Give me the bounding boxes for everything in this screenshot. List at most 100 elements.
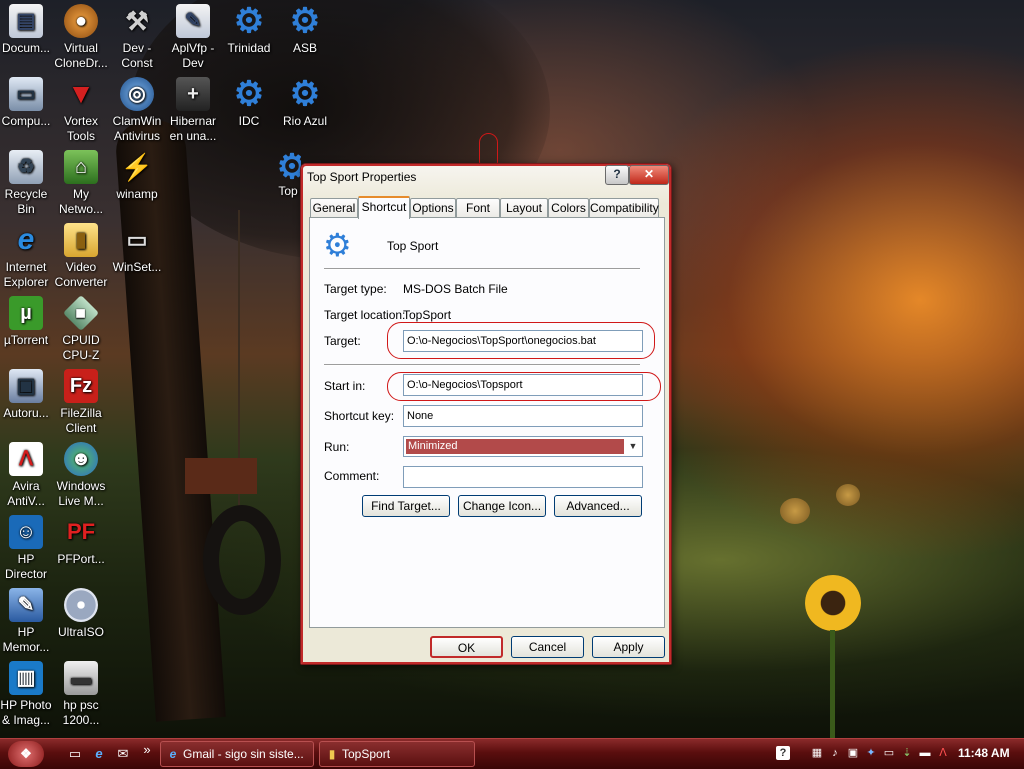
desktop-icon-asb[interactable]: ⚙ ASB xyxy=(275,4,335,56)
desktop-icon-vortex-tools[interactable]: ▼ Vortex Tools xyxy=(51,77,111,144)
folder-icon: ▮ xyxy=(328,747,336,761)
desktop-icon-clamwin[interactable]: ◎ ClamWin Antivirus xyxy=(107,77,167,144)
annotation-ring xyxy=(387,372,661,401)
desktop-icon-virtual-clonedrive[interactable]: ● Virtual CloneDr... xyxy=(51,4,111,71)
desktop-icon-aplvfp-dev[interactable]: ✎ AplVfp - Dev xyxy=(163,4,223,71)
tab-layout[interactable]: Layout xyxy=(500,198,548,217)
gear-icon: ⚙ xyxy=(323,227,352,263)
desktop-icon-avira[interactable]: ᐱ Avira AntiV... xyxy=(0,442,56,509)
tab-shortcut[interactable]: Shortcut xyxy=(358,196,410,219)
desktop-icon-idc[interactable]: ⚙ IDC xyxy=(219,77,279,129)
system-tray: ? ▦ ♪ ▣ ✦ ▭ ⇣ ▬ ᐱ 11:48 AM xyxy=(770,742,1020,766)
desktop-icon-documents[interactable]: ▤ Docum... xyxy=(0,4,56,56)
target-location-value: TopSport xyxy=(403,308,452,322)
clock[interactable]: 11:48 AM xyxy=(958,746,1010,760)
bluetooth-icon[interactable]: ✦ xyxy=(864,746,878,760)
desktop-icon-top-sport[interactable]: ⚙ Top xyxy=(275,150,301,199)
desktop-icon-ultraiso[interactable]: UltraISO xyxy=(51,588,111,640)
desktop-icon-hibernar[interactable]: + Hibernar en una... xyxy=(163,77,223,144)
comment-label: Comment: xyxy=(324,469,380,483)
printer-tray-icon[interactable]: ▬ xyxy=(918,746,932,760)
taskbar-item-topsport[interactable]: ▮ TopSport xyxy=(319,741,475,767)
ie-icon: e xyxy=(169,747,177,761)
desktop-icon-windows-live-messenger[interactable]: ☻ Windows Live M... xyxy=(51,442,111,509)
printer-icon: ▬ xyxy=(64,661,98,695)
shortcut-key-label: Shortcut key: xyxy=(324,409,395,423)
find-target-button[interactable]: Find Target... xyxy=(362,495,450,517)
ok-button[interactable]: OK xyxy=(430,636,503,658)
taskbar-item-gmail[interactable]: e Gmail - sigo sin siste... xyxy=(160,741,314,767)
desktop-icon-trinidad[interactable]: ⚙ Trinidad xyxy=(219,4,279,56)
advanced-button[interactable]: Advanced... xyxy=(554,495,642,517)
taskbar-item-label: TopSport xyxy=(342,747,391,761)
desktop-icon-winamp[interactable]: ⚡ winamp xyxy=(107,150,167,202)
vortex-icon: ▼ xyxy=(67,78,95,109)
hp-photo-icon: ▥ xyxy=(9,661,43,695)
desktop-icon-computer[interactable]: ▭ Compu... xyxy=(0,77,56,129)
desktop-icon-hp-photo[interactable]: ▥ HP Photo & Imag... xyxy=(0,661,56,728)
help-button[interactable]: ? xyxy=(605,165,629,185)
shortcut-panel: ⚙ Top Sport Target type: MS-DOS Batch Fi… xyxy=(309,217,665,628)
monitor-icon[interactable]: ▭ xyxy=(882,746,896,760)
network-status-icon[interactable]: ▣ xyxy=(846,746,860,760)
change-icon-button[interactable]: Change Icon... xyxy=(458,495,546,517)
avira-icon: ᐱ xyxy=(9,442,43,476)
tab-colors[interactable]: Colors xyxy=(548,198,589,217)
dialog-titlebar[interactable]: Top Sport Properties ? ✕ xyxy=(301,164,671,188)
desktop-icon-utorrent[interactable]: µ µTorrent xyxy=(0,296,56,348)
windows-logo-icon: ❖ xyxy=(20,746,32,761)
ie-icon[interactable]: e xyxy=(90,746,108,762)
gear-icon: ⚙ xyxy=(289,75,321,113)
mail-icon[interactable]: ✉ xyxy=(114,746,132,762)
wallpaper-hay-bale xyxy=(780,498,810,524)
desktop-icon-cpuid[interactable]: ◆ CPUID CPU-Z xyxy=(51,294,111,363)
desktop-icon-video-converter[interactable]: ▮ Video Converter xyxy=(51,223,111,290)
network-icon: ⌂ xyxy=(64,150,98,184)
target-type-value: MS-DOS Batch File xyxy=(403,282,508,296)
desktop-icon-autorun[interactable]: ▣ Autoru... xyxy=(0,369,56,421)
taskbar: ❖ ▭ e ✉ » e Gmail - sigo sin siste... ▮ … xyxy=(0,738,1024,769)
annotation-ring xyxy=(387,322,655,359)
desktop-icon-winsetup[interactable]: ▭ WinSet... xyxy=(107,223,167,275)
tab-compatibility[interactable]: Compatibility xyxy=(589,198,659,217)
cpuid-icon: ◆ xyxy=(62,294,100,332)
comment-field[interactable] xyxy=(403,466,643,488)
desktop-icon-filezilla[interactable]: Fz FileZilla Client xyxy=(51,369,111,436)
wallpaper-sunflower-stem xyxy=(830,630,835,738)
run-select[interactable]: Minimized ▼ xyxy=(403,436,643,457)
speaker-icon[interactable]: ♪ xyxy=(828,746,842,760)
cancel-button[interactable]: Cancel xyxy=(511,636,584,658)
safely-remove-icon[interactable]: ⇣ xyxy=(900,746,914,760)
desktop-icon-dev-const[interactable]: ⚒ Dev - Const xyxy=(107,4,167,71)
filezilla-icon: Fz xyxy=(64,369,98,403)
folder-icon: ▮ xyxy=(64,223,98,257)
chevron-down-icon[interactable]: ▼ xyxy=(625,438,641,455)
desktop-icon-hp-director[interactable]: ☺ HP Director xyxy=(0,515,56,582)
desktop-icon-hp-memories[interactable]: ✎ HP Memor... xyxy=(0,588,56,655)
help-icon[interactable]: ? xyxy=(776,746,790,760)
start-button[interactable]: ❖ xyxy=(8,741,44,767)
tab-options[interactable]: Options xyxy=(410,198,456,217)
desktop-icon-rio-azul[interactable]: ⚙ Rio Azul xyxy=(275,77,335,129)
gear-icon: ⚙ xyxy=(276,150,301,186)
properties-dialog: Top Sport Properties ? ✕ General Shortcu… xyxy=(300,163,672,665)
desktop-icon-internet-explorer[interactable]: e Internet Explorer xyxy=(0,223,56,290)
close-button[interactable]: ✕ xyxy=(629,165,669,185)
recycle-bin-icon: ♻ xyxy=(9,150,43,184)
desktop-icon-recycle-bin[interactable]: ♻ Recycle Bin xyxy=(0,150,56,217)
hammer-icon: ⚒ xyxy=(125,6,149,36)
tab-general[interactable]: General xyxy=(310,198,358,217)
keyboard-icon[interactable]: ▦ xyxy=(810,746,824,760)
shortcut-key-field[interactable]: None xyxy=(403,405,643,427)
desktop-icon-pfport[interactable]: PF PFPort... xyxy=(51,515,111,567)
desktop-icon-hp-psc[interactable]: ▬ hp psc 1200... xyxy=(51,661,111,728)
separator xyxy=(324,268,640,270)
hp-memories-icon: ✎ xyxy=(9,588,43,622)
quicklaunch-overflow-button[interactable]: » xyxy=(138,742,156,758)
avira-tray-icon[interactable]: ᐱ xyxy=(936,746,950,760)
show-desktop-icon[interactable]: ▭ xyxy=(66,746,84,762)
apply-button[interactable]: Apply xyxy=(592,636,665,658)
tab-font[interactable]: Font xyxy=(456,198,500,217)
desktop-icon-my-network[interactable]: ⌂ My Netwo... xyxy=(51,150,111,217)
document-icon: ▤ xyxy=(9,4,43,38)
